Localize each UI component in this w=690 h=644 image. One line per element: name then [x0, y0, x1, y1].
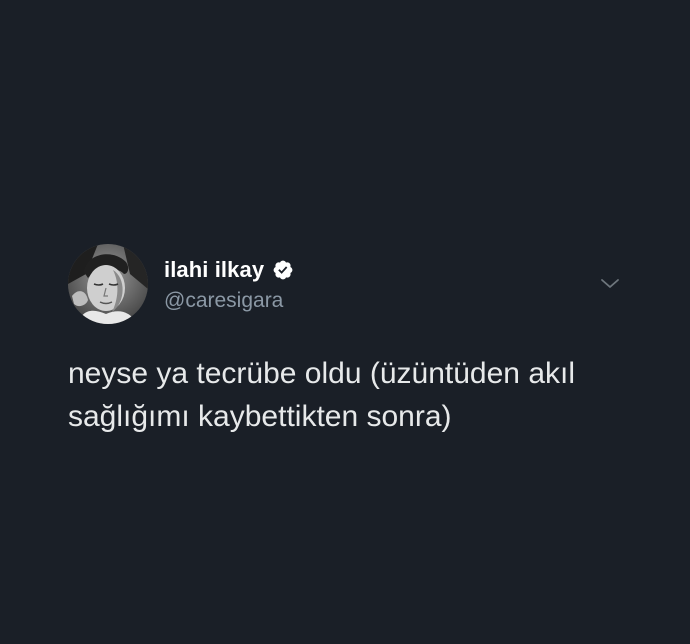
avatar[interactable] [68, 244, 148, 324]
verified-badge-icon [273, 260, 293, 280]
display-name[interactable]: ilahi ilkay [164, 257, 264, 283]
handle[interactable]: @caresigara [164, 289, 294, 313]
avatar-photo-icon [68, 244, 148, 324]
tweet-text: neyse ya tecrübe oldu (üzüntüden akıl sa… [68, 357, 575, 433]
author-info: ilahi ilkay @caresigara [164, 256, 294, 313]
chevron-down-icon[interactable] [598, 272, 622, 296]
name-row: ilahi ilkay [164, 256, 294, 284]
